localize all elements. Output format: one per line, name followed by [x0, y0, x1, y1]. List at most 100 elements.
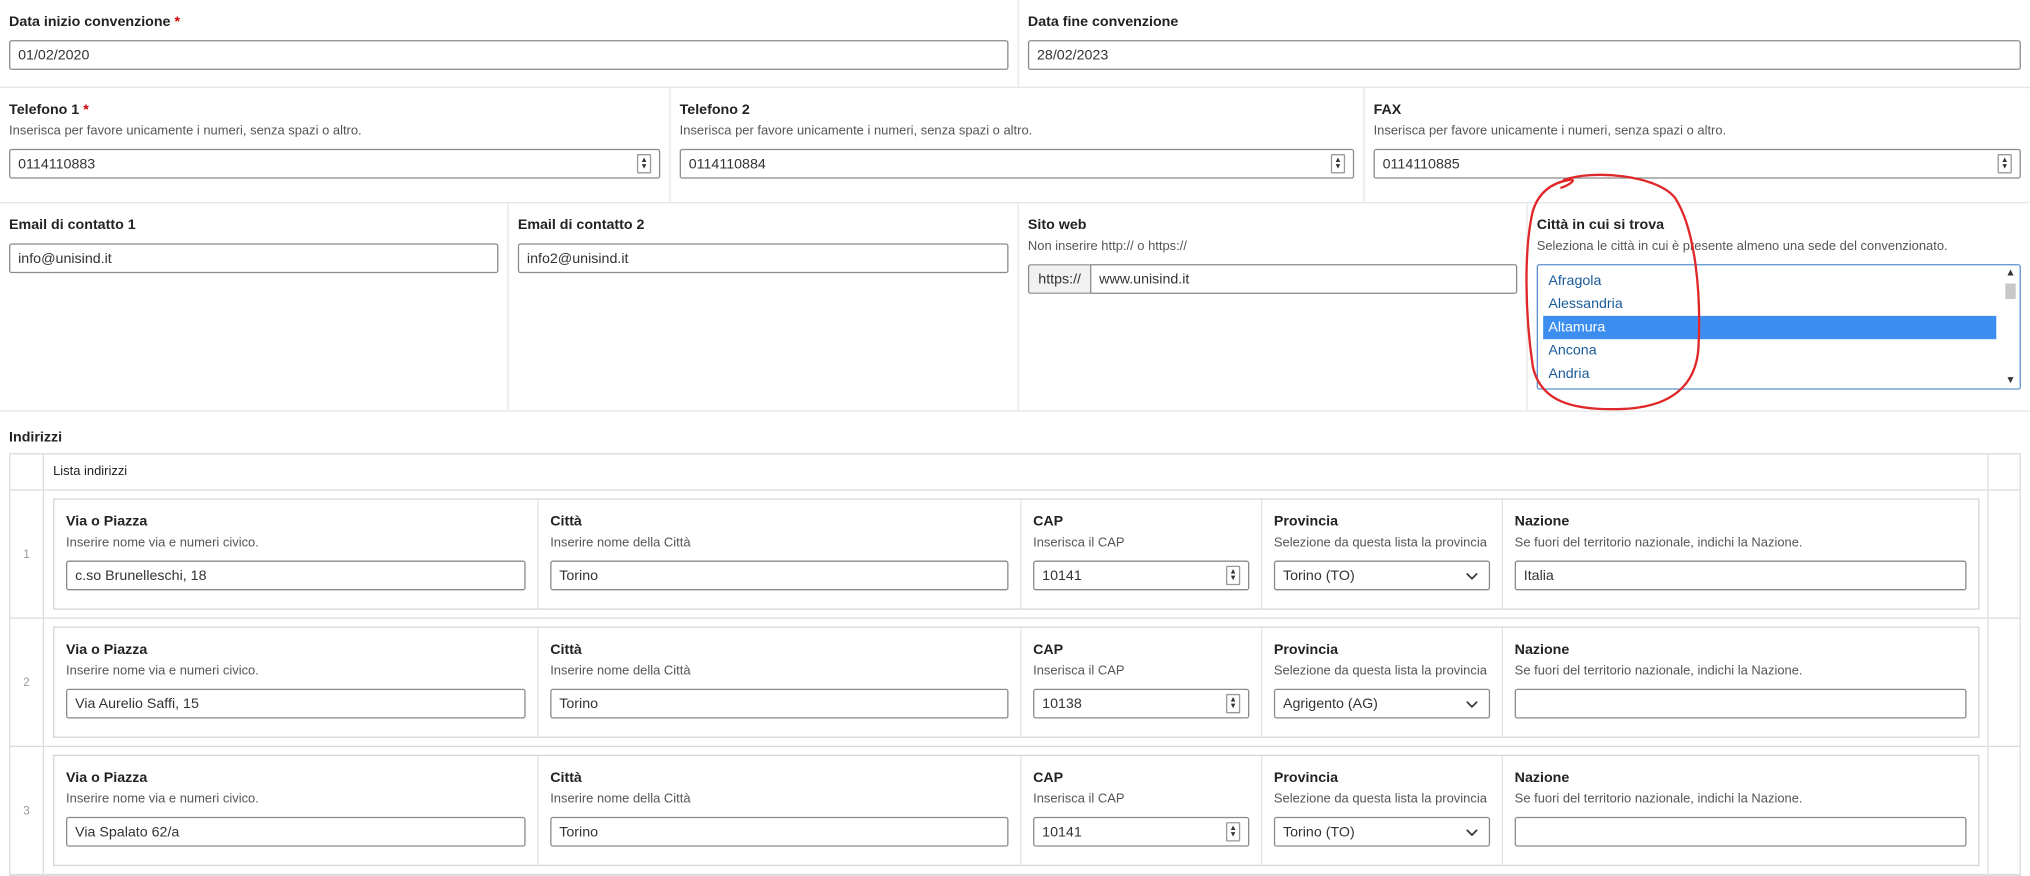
prov-hint: Selezione da questa lista la provincia	[1273, 664, 1487, 679]
chevron-down-icon	[1463, 823, 1481, 841]
addresses-list-title: Lista indirizzi	[53, 464, 128, 480]
email2-label: Email di contatto 2	[517, 217, 645, 234]
citta-input[interactable]: Torino	[550, 688, 1009, 719]
scroll-down-icon[interactable]: ▼	[2001, 373, 2019, 389]
website-hint: Non inserire http:// o https://	[1027, 239, 1187, 254]
via-input[interactable]: Via Aurelio Saffi, 15	[66, 688, 526, 719]
via-input[interactable]: Via Spalato 62/a	[66, 816, 526, 847]
cap-label: CAP	[1033, 513, 1064, 530]
spinner-icon[interactable]: ▲ ▼	[1225, 565, 1241, 586]
email1-input[interactable]: info@unisind.it	[9, 243, 499, 274]
fax-group: FAX Inserisca per favore unicamente i nu…	[1365, 88, 2030, 202]
cap-label: CAP	[1033, 642, 1064, 658]
citta-label: Città	[550, 513, 582, 530]
naz-label: Nazione	[1514, 642, 1570, 658]
cap-input[interactable]: 10141 ▲ ▼	[1033, 560, 1250, 591]
cap-label: CAP	[1033, 770, 1064, 786]
naz-hint: Se fuori del territorio nazionale, indic…	[1514, 792, 1803, 807]
citta-value: Torino	[559, 567, 599, 584]
citta-value: Torino	[559, 695, 599, 712]
city-option-selected[interactable]: Altamura	[1543, 315, 1997, 340]
phone2-input[interactable]: 0114110884 ▲ ▼	[679, 148, 1355, 179]
cap-input[interactable]: 10141 ▲ ▼	[1033, 816, 1250, 847]
start-date-input[interactable]: 01/02/2020	[9, 40, 1009, 70]
citta-input[interactable]: Torino	[550, 560, 1009, 591]
email2-value: info2@unisind.it	[526, 250, 629, 267]
phone2-label: Telefono 2	[679, 102, 750, 118]
required-mark: *	[83, 102, 89, 118]
spinner-icon[interactable]: ▲ ▼	[1330, 154, 1346, 174]
chevron-down-icon	[1463, 566, 1481, 584]
dates-row: Data inizio convenzione * 01/02/2020 Dat…	[0, 0, 2030, 89]
cities-listbox[interactable]: Afragola Alessandria Altamura Ancona And…	[1536, 264, 2021, 390]
prov-select[interactable]: Torino (TO)	[1273, 560, 1491, 591]
city-option[interactable]: Andria	[1543, 362, 1996, 385]
cap-hint: Inserisca il CAP	[1033, 792, 1125, 807]
naz-input[interactable]: Italia	[1514, 560, 1967, 591]
row-index: 3	[10, 746, 45, 874]
prov-value: Torino (TO)	[1282, 567, 1355, 584]
prov-select[interactable]: Agrigento (AG)	[1273, 688, 1491, 719]
fax-value: 0114110885	[1382, 155, 1460, 172]
email1-value: info@unisind.it	[18, 250, 112, 267]
spinner-icon[interactable]: ▲ ▼	[1997, 154, 2012, 174]
via-value: c.so Brunelleschi, 18	[75, 567, 207, 584]
phone2-hint: Inserisca per favore unicamente i numeri…	[679, 124, 1033, 139]
spinner-icon[interactable]: ▲ ▼	[1225, 693, 1241, 714]
prov-hint: Selezione da questa lista la provincia	[1273, 792, 1487, 807]
via-label: Via o Piazza	[66, 513, 148, 530]
via-hint: Inserire nome via e numeri civico.	[66, 792, 259, 807]
phone1-hint: Inserisca per favore unicamente i numeri…	[9, 124, 362, 139]
via-hint: Inserire nome via e numeri civico.	[66, 664, 259, 679]
website-input-group: https:// www.unisind.it	[1027, 264, 1518, 294]
prov-label: Provincia	[1273, 770, 1339, 786]
naz-label: Nazione	[1514, 770, 1570, 786]
email2-input[interactable]: info2@unisind.it	[517, 243, 1009, 274]
phone1-value: 0114110883	[18, 155, 96, 172]
cities-group: Città in cui si trova Seleziona le città…	[1528, 203, 2030, 410]
https-prefix: https://	[1027, 264, 1091, 294]
cap-value: 10141	[1042, 567, 1082, 584]
city-option[interactable]: Ancona	[1543, 339, 1996, 362]
naz-input[interactable]	[1514, 816, 1967, 847]
via-value: Via Aurelio Saffi, 15	[75, 695, 199, 712]
table-row: 2 Via o Piazza Inserire nome via e numer…	[10, 618, 2020, 747]
scroll-thumb[interactable]	[2005, 283, 2016, 300]
naz-input[interactable]	[1514, 688, 1967, 719]
end-date-input[interactable]: 28/02/2023	[1027, 40, 2021, 70]
city-option[interactable]: Alessandria	[1543, 293, 1996, 316]
addresses-title: Indirizzi	[9, 429, 63, 446]
email1-label: Email di contatto 1	[9, 217, 136, 234]
naz-label: Nazione	[1514, 513, 1570, 530]
city-option[interactable]: Afragola	[1543, 269, 1996, 292]
citta-label: Città	[550, 770, 582, 786]
prov-label: Provincia	[1273, 642, 1339, 658]
phone1-input[interactable]: 0114110883 ▲ ▼	[9, 148, 661, 179]
chevron-down-icon	[1463, 695, 1481, 713]
via-input[interactable]: c.so Brunelleschi, 18	[66, 560, 526, 591]
via-label: Via o Piazza	[66, 642, 148, 658]
required-mark: *	[174, 14, 180, 30]
fax-hint: Inserisca per favore unicamente i numeri…	[1373, 124, 1727, 139]
phone2-value: 0114110884	[688, 155, 766, 172]
citta-input[interactable]: Torino	[550, 816, 1009, 847]
spinner-icon[interactable]: ▲ ▼	[1225, 822, 1241, 842]
scroll-up-icon[interactable]: ▲	[2001, 265, 2019, 281]
prov-select[interactable]: Torino (TO)	[1273, 816, 1491, 847]
citta-label: Città	[550, 642, 582, 658]
fax-input[interactable]: 0114110885 ▲ ▼	[1373, 148, 2021, 179]
spinner-icon[interactable]: ▲ ▼	[636, 154, 652, 174]
cap-input[interactable]: 10138 ▲ ▼	[1033, 688, 1250, 719]
website-input[interactable]: www.unisind.it	[1090, 264, 1518, 294]
citta-hint: Inserire nome della Città	[550, 792, 691, 807]
via-label: Via o Piazza	[66, 770, 148, 786]
email2-group: Email di contatto 2 info2@unisind.it	[509, 203, 1019, 411]
prov-value: Agrigento (AG)	[1282, 695, 1378, 712]
contacts-row: Email di contatto 1 info@unisind.it Emai…	[0, 203, 2030, 412]
website-value: www.unisind.it	[1099, 271, 1190, 287]
cities-label: Città in cui si trova	[1536, 217, 1665, 234]
phone1-group: Telefono 1 * Inserisca per favore unicam…	[0, 88, 671, 202]
citta-hint: Inserire nome della Città	[550, 535, 691, 551]
table-row: 3 Via o Piazza Inserire nome via e numer…	[10, 746, 2020, 876]
listbox-scrollbar[interactable]: ▲ ▼	[2001, 265, 2020, 389]
